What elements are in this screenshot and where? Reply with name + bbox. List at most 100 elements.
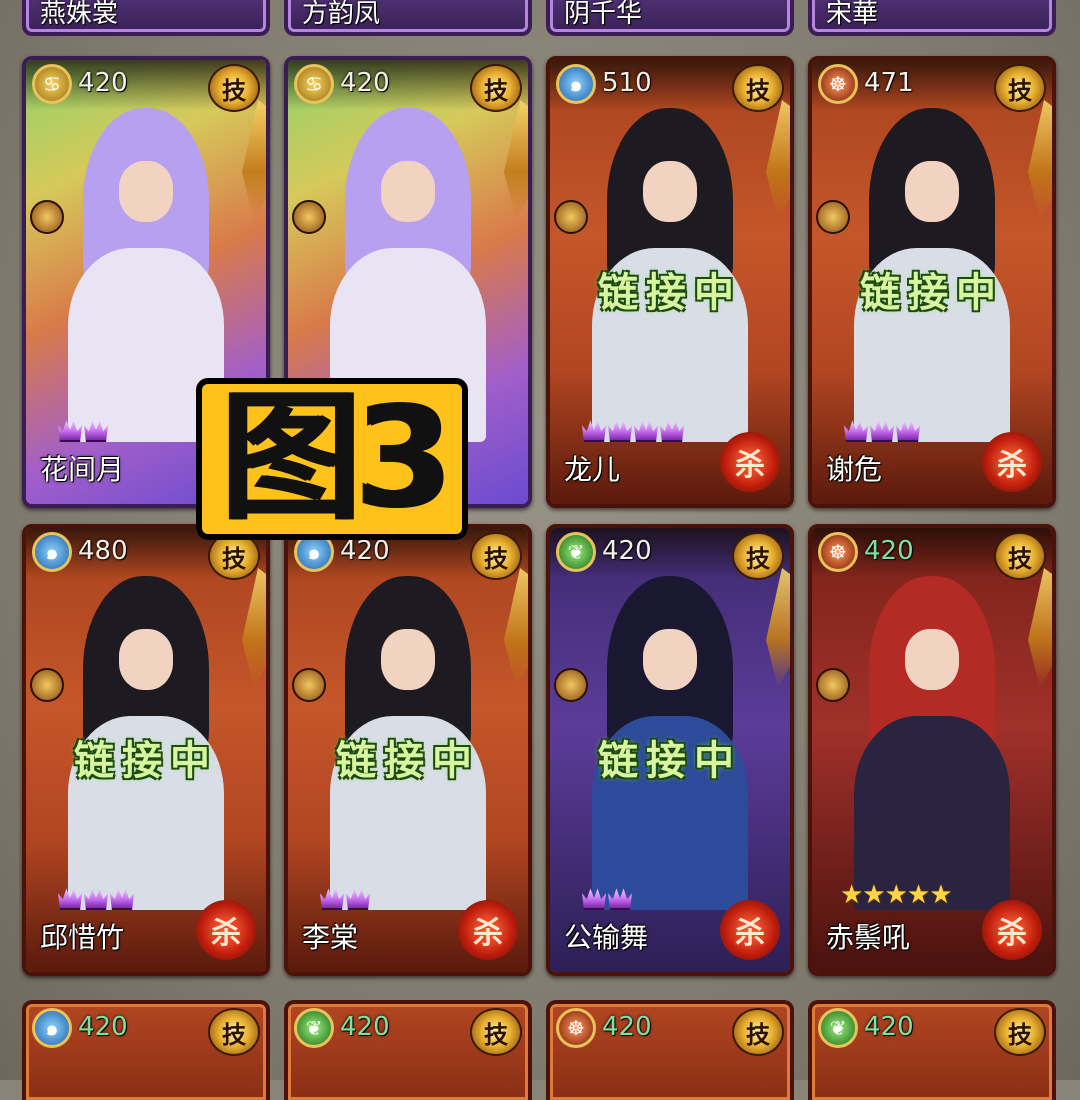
crown-icon — [844, 420, 868, 442]
hero-power: 420 — [340, 536, 390, 566]
skill-badge-icon: 技 — [994, 64, 1046, 112]
kill-seal-icon: 杀 — [720, 432, 780, 492]
hero-card[interactable]: ❦ 420 技 链接中 公输舞 杀 — [546, 524, 794, 976]
weapon-icon — [292, 200, 326, 234]
skill-badge-icon: 技 — [470, 1008, 522, 1056]
skill-badge-icon: 技 — [732, 64, 784, 112]
hero-name: 邱惜竹 — [40, 921, 125, 954]
awaken-crowns — [844, 418, 920, 442]
hero-power: 420 — [602, 1012, 652, 1042]
crown-icon — [608, 888, 632, 910]
linked-status: 链接中 — [336, 738, 480, 784]
weapon-icon — [816, 200, 850, 234]
crown-icon — [84, 420, 108, 442]
green-fan-icon: ❦ — [818, 1008, 858, 1048]
hero-card-partial[interactable]: ☸ 420 技 — [546, 1000, 794, 1100]
red-mask-icon: ☸ — [556, 1008, 596, 1048]
skill-badge-icon: 技 — [732, 1008, 784, 1056]
hero-card-partial[interactable]: 方韵凤 — [284, 0, 532, 36]
hero-power: 420 — [340, 68, 390, 98]
hero-power: 420 — [340, 1012, 390, 1042]
figure-label: 图3 — [196, 378, 468, 540]
hero-power: 420 — [602, 536, 652, 566]
hero-power: 420 — [78, 68, 128, 98]
hero-card-partial[interactable]: ❦ 420 技 — [284, 1000, 532, 1100]
crown-icon — [58, 888, 82, 910]
weapon-icon — [816, 668, 850, 702]
crown-icon — [660, 420, 684, 442]
hero-power: 480 — [78, 536, 128, 566]
red-mask-icon: ☸ — [818, 64, 858, 104]
skill-badge-icon: 技 — [208, 64, 260, 112]
awaken-crowns — [320, 886, 370, 910]
kill-seal-icon: 杀 — [982, 900, 1042, 960]
hero-name: 宋華 — [826, 0, 879, 29]
hero-card[interactable]: ☸ 471 技 链接中 谢危 杀 — [808, 56, 1056, 508]
skill-badge-icon: 技 — [208, 1008, 260, 1056]
awaken-crowns — [582, 418, 684, 442]
crown-icon — [608, 420, 632, 442]
skill-badge-icon: 技 — [732, 532, 784, 580]
gold-dragon-icon: ♋ — [32, 64, 72, 104]
kill-seal-icon: 杀 — [982, 432, 1042, 492]
weapon-icon — [30, 200, 64, 234]
hero-name: 谢危 — [826, 453, 883, 486]
hero-card[interactable]: ☸ 420 技 ★★★★★ 赤鬃吼 杀 — [808, 524, 1056, 976]
awaken-crowns — [58, 886, 134, 910]
hero-card-partial[interactable]: 宋華 — [808, 0, 1056, 36]
hero-name: 龙儿 — [564, 453, 621, 486]
hero-name: 方韵凤 — [302, 0, 381, 29]
hero-card[interactable]: ๑ 480 技 链接中 邱惜竹 杀 — [22, 524, 270, 976]
gold-dragon-icon: ♋ — [294, 64, 334, 104]
green-fan-icon: ❦ — [556, 532, 596, 572]
hero-name: 李棠 — [302, 921, 359, 954]
red-mask-icon: ☸ — [818, 532, 858, 572]
green-fan-icon: ❦ — [294, 1008, 334, 1048]
weapon-icon — [292, 668, 326, 702]
hero-card-partial[interactable]: ❦ 420 技 — [808, 1000, 1056, 1100]
star-rating: ★★★★★ — [840, 880, 953, 910]
hero-name: 燕姝裳 — [40, 0, 119, 29]
crown-icon — [110, 888, 134, 910]
linked-status: 链接中 — [598, 738, 742, 784]
skill-badge-icon: 技 — [994, 532, 1046, 580]
hero-name: 赤鬃吼 — [826, 921, 911, 954]
crown-icon — [582, 888, 606, 910]
hero-power: 420 — [78, 1012, 128, 1042]
crown-icon — [896, 420, 920, 442]
hero-card-partial[interactable]: 燕姝裳 — [22, 0, 270, 36]
blue-swirl-icon: ๑ — [32, 532, 72, 572]
hero-card[interactable]: ๑ 510 技 链接中 龙儿 杀 — [546, 56, 794, 508]
skill-badge-icon: 技 — [470, 532, 522, 580]
crown-icon — [870, 420, 894, 442]
hero-card-partial[interactable]: ๑ 420 技 — [22, 1000, 270, 1100]
crown-icon — [84, 888, 108, 910]
weapon-icon — [30, 668, 64, 702]
hero-power: 420 — [864, 1012, 914, 1042]
linked-status: 链接中 — [598, 270, 742, 316]
crown-icon — [582, 420, 606, 442]
hero-name: 阴千华 — [564, 0, 643, 29]
kill-seal-icon: 杀 — [720, 900, 780, 960]
crown-icon — [346, 888, 370, 910]
awaken-crowns — [58, 418, 108, 442]
hero-name: 花间月 — [40, 453, 125, 486]
weapon-icon — [554, 668, 588, 702]
linked-status: 链接中 — [74, 738, 218, 784]
kill-seal-icon: 杀 — [196, 900, 256, 960]
crown-icon — [320, 888, 344, 910]
blue-swirl-icon: ๑ — [556, 64, 596, 104]
hero-card-partial[interactable]: 阴千华 — [546, 0, 794, 36]
hero-name: 公输舞 — [564, 921, 649, 954]
kill-seal-icon: 杀 — [458, 900, 518, 960]
weapon-icon — [554, 200, 588, 234]
hero-figure — [834, 576, 1030, 910]
hero-card[interactable]: ๑ 420 技 链接中 李棠 杀 — [284, 524, 532, 976]
hero-power: 471 — [864, 68, 914, 98]
hero-power: 510 — [602, 68, 652, 98]
skill-badge-icon: 技 — [470, 64, 522, 112]
crown-icon — [58, 420, 82, 442]
crown-icon — [634, 420, 658, 442]
awaken-crowns — [582, 886, 632, 910]
skill-badge-icon: 技 — [994, 1008, 1046, 1056]
